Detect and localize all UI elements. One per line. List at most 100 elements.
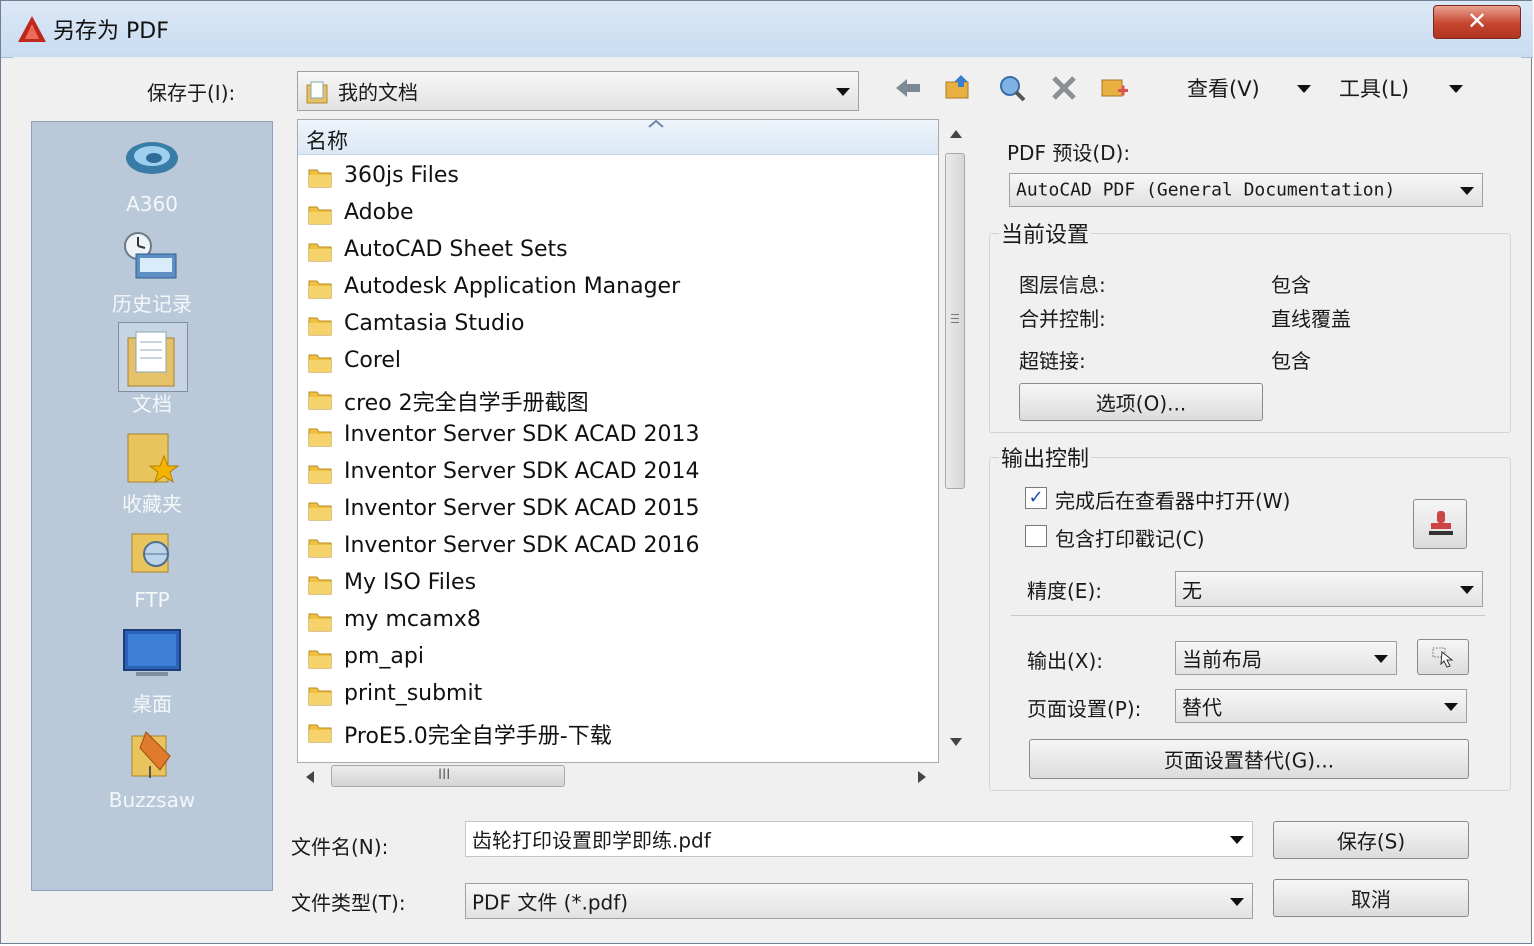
delete-icon[interactable] xyxy=(1049,73,1079,103)
include-stamp-label: 包含打印戳记(C) xyxy=(1055,527,1205,551)
list-item[interactable]: Inventor Server SDK ACAD 2014 xyxy=(308,456,928,490)
hyperlink-value: 包含 xyxy=(1271,349,1311,373)
view-menu-button[interactable]: 查看(V) xyxy=(1187,73,1260,103)
folder-name: Autodesk Application Manager xyxy=(344,274,681,299)
horizontal-scrollbar[interactable]: III xyxy=(297,763,939,789)
filetype-dropdown[interactable]: PDF 文件 (*.pdf) xyxy=(465,883,1253,919)
list-item[interactable]: Camtasia Studio xyxy=(308,308,928,342)
open-in-viewer-label: 完成后在查看器中打开(W) xyxy=(1055,489,1291,513)
scroll-up-arrow-icon[interactable] xyxy=(949,129,963,139)
desktop-icon xyxy=(123,629,181,676)
tools-dropdown-arrow-icon[interactable] xyxy=(1449,85,1463,93)
scroll-down-arrow-icon[interactable] xyxy=(949,737,963,747)
folder-name: My ISO Files xyxy=(344,570,477,595)
list-item[interactable]: Inventor Server SDK ACAD 2015 xyxy=(308,493,928,527)
output-label: 输出(X): xyxy=(1027,649,1104,673)
file-list[interactable]: 名称 360js Files Adobe AutoCAD Sheet Sets Aut… xyxy=(297,119,939,763)
save-as-pdf-dialog: 另存为 PDF ✕ 保存于(I): 我的文档 查看(V) 工具(L) A360 … xyxy=(0,0,1533,944)
thumb-grip-line xyxy=(951,314,959,315)
chevron-down-icon xyxy=(836,88,850,96)
folder-name: my mcamx8 xyxy=(344,607,481,632)
folder-name: Inventor Server SDK ACAD 2016 xyxy=(344,533,700,558)
save-button[interactable]: 保存(S) xyxy=(1273,821,1469,859)
list-item[interactable]: Inventor Server SDK ACAD 2013 xyxy=(308,419,928,453)
place-history[interactable]: 历史记录 xyxy=(32,222,272,322)
column-header-name[interactable]: 名称 xyxy=(298,120,938,155)
list-item[interactable]: creo 2完全自学手册截图 xyxy=(308,382,928,416)
list-item[interactable]: Autodesk Application Manager xyxy=(308,271,928,305)
list-item[interactable]: Adobe xyxy=(308,197,928,231)
close-icon: ✕ xyxy=(1466,7,1488,35)
window-title: 另存为 PDF xyxy=(53,19,169,44)
list-item[interactable]: ProE5.0完全自学手册-下载 xyxy=(308,715,928,749)
place-desktop[interactable]: 桌面 xyxy=(32,622,272,722)
list-item[interactable]: 360js Files xyxy=(308,160,928,194)
place-label: 文档 xyxy=(132,392,172,416)
folder-name: creo 2完全自学手册截图 xyxy=(344,391,589,416)
cursor-select-icon xyxy=(1432,647,1454,668)
place-a360[interactable]: A360 xyxy=(32,122,272,222)
back-icon[interactable] xyxy=(893,73,923,103)
stamp-icon xyxy=(1429,511,1453,535)
tools-menu-button[interactable]: 工具(L) xyxy=(1339,73,1409,103)
merge-control-label: 合并控制: xyxy=(1019,307,1106,331)
horizontal-scroll-thumb[interactable]: III xyxy=(331,765,565,787)
stamp-settings-button[interactable] xyxy=(1413,499,1467,549)
save-button-label: 保存(S) xyxy=(1336,829,1406,854)
filename-label: 文件名(N): xyxy=(291,835,389,859)
list-item[interactable]: print_submit xyxy=(308,678,928,712)
scroll-right-arrow-icon[interactable] xyxy=(917,770,927,784)
folder-icon xyxy=(308,243,332,262)
folder-icon xyxy=(308,650,332,669)
options-button[interactable]: 选项(O)... xyxy=(1019,383,1263,421)
cancel-button[interactable]: 取消 xyxy=(1273,879,1469,917)
chevron-down-icon xyxy=(1374,655,1388,663)
folder-name: ProE5.0完全自学手册-下载 xyxy=(344,724,612,749)
list-item[interactable]: My ISO Files xyxy=(308,567,928,601)
include-stamp-checkbox[interactable] xyxy=(1025,525,1047,547)
place-label: A360 xyxy=(126,192,178,216)
precision-dropdown[interactable]: 无 xyxy=(1175,571,1483,607)
chevron-down-icon xyxy=(1460,586,1474,594)
page-setup-override-button[interactable]: 页面设置替代(G)... xyxy=(1029,739,1469,779)
list-item[interactable]: pm_api xyxy=(308,641,928,675)
page-setup-override-label: 页面设置替代(G)... xyxy=(1163,748,1335,773)
vertical-scroll-thumb[interactable] xyxy=(945,153,965,489)
column-header-label: 名称 xyxy=(306,129,348,153)
list-item[interactable]: Corel xyxy=(308,345,928,379)
folder-name: pm_api xyxy=(344,644,424,669)
select-layouts-button[interactable] xyxy=(1417,639,1469,675)
place-favorites[interactable]: 收藏夹 xyxy=(32,422,272,522)
thumb-grip-line xyxy=(951,322,959,323)
folder-name: Corel xyxy=(344,348,402,373)
view-dropdown-arrow-icon[interactable] xyxy=(1297,85,1311,93)
folder-name: Camtasia Studio xyxy=(344,311,525,336)
cancel-button-label: 取消 xyxy=(1351,887,1391,912)
open-in-viewer-checkbox[interactable]: ✓ xyxy=(1025,487,1047,509)
place-buzzsaw[interactable]: Buzzsaw xyxy=(32,722,272,822)
filename-input[interactable]: 齿轮打印设置即学即练.pdf xyxy=(465,821,1253,857)
search-web-icon[interactable] xyxy=(997,73,1027,103)
save-in-dropdown[interactable]: 我的文档 xyxy=(297,71,859,111)
list-item[interactable]: my mcamx8 xyxy=(308,604,928,638)
place-label: Buzzsaw xyxy=(108,788,196,812)
place-ftp[interactable]: FTP xyxy=(32,522,272,622)
favorites-icon xyxy=(127,433,180,484)
list-item[interactable]: Inventor Server SDK ACAD 2016 xyxy=(308,530,928,564)
folder-name: Adobe xyxy=(344,200,414,225)
folder-name: Inventor Server SDK ACAD 2014 xyxy=(344,459,700,484)
place-documents[interactable]: 文档 xyxy=(32,322,272,422)
page-setup-dropdown[interactable]: 替代 xyxy=(1175,689,1467,723)
close-button[interactable]: ✕ xyxy=(1433,5,1521,39)
a360-cloud-icon xyxy=(126,142,178,174)
list-item[interactable]: AutoCAD Sheet Sets xyxy=(308,234,928,268)
folder-name: AutoCAD Sheet Sets xyxy=(344,237,568,262)
vertical-scrollbar[interactable] xyxy=(941,119,969,763)
pdf-preset-dropdown[interactable]: AutoCAD PDF (General Documentation) xyxy=(1009,173,1483,207)
output-dropdown[interactable]: 当前布局 xyxy=(1175,641,1397,675)
buzzsaw-icon xyxy=(131,731,171,778)
scroll-left-arrow-icon[interactable] xyxy=(305,770,315,784)
up-folder-icon[interactable] xyxy=(943,73,973,103)
new-folder-icon[interactable] xyxy=(1099,73,1129,103)
layer-info-value: 包含 xyxy=(1271,273,1311,297)
